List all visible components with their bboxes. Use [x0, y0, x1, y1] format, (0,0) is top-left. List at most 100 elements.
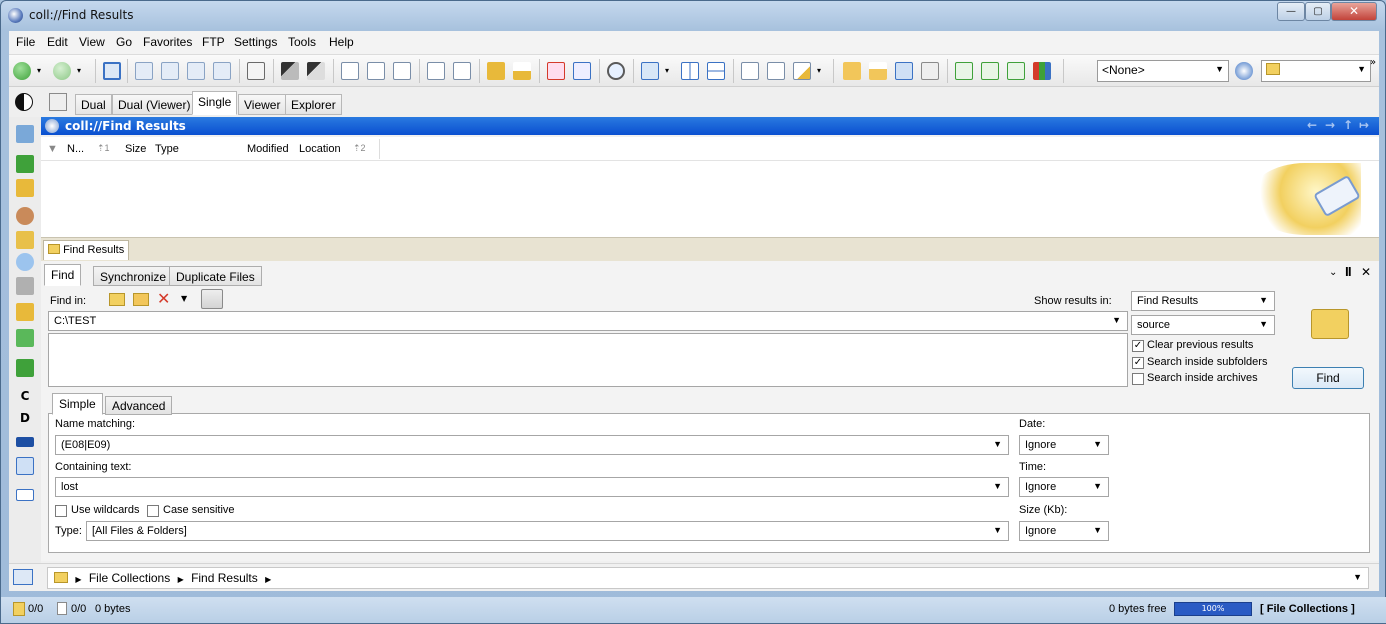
menu-help[interactable]: Help — [329, 35, 354, 49]
find-button[interactable]: Find — [1292, 367, 1364, 389]
find-icon[interactable] — [607, 62, 625, 80]
disk-icon[interactable] — [895, 62, 913, 80]
users-icon[interactable] — [16, 207, 34, 225]
layout-single-button[interactable]: Single — [192, 91, 238, 115]
new-tab-icon[interactable] — [16, 489, 34, 501]
new-lister-icon[interactable] — [13, 569, 33, 585]
dual-vertical-icon[interactable] — [681, 62, 699, 80]
layout-viewer-button[interactable]: Viewer — [238, 94, 287, 115]
duplicate-icon[interactable] — [981, 62, 999, 80]
layout-dual-viewer-button[interactable]: Dual (Viewer) — [112, 94, 197, 115]
browse-folder-icon[interactable] — [109, 293, 125, 306]
refresh-icon[interactable] — [103, 62, 121, 80]
maximize-button[interactable]: ▢ — [1305, 2, 1331, 21]
subtab-simple[interactable]: Simple — [52, 393, 103, 415]
size-combo[interactable]: Ignore ▼ — [1019, 521, 1109, 541]
view-list-icon[interactable] — [187, 62, 205, 80]
column-name[interactable]: N... — [67, 143, 84, 155]
name-matching-field[interactable]: (E08|E09) ▼ — [55, 435, 1009, 455]
select-pointer-icon[interactable] — [281, 62, 299, 80]
search-subfolders-checkbox[interactable]: ✓ — [1132, 357, 1144, 369]
menu-ftp[interactable]: FTP — [202, 35, 225, 49]
style-combo[interactable]: <None> ▼ — [1097, 60, 1229, 82]
close-panel-icon[interactable]: ✕ — [1361, 265, 1371, 279]
find-in-path-field[interactable]: C:\TEST ▼ — [48, 311, 1128, 331]
breadcrumb-item[interactable]: Find Results — [191, 571, 258, 585]
go-folder-dropdown-icon[interactable]: ▾ — [665, 66, 673, 84]
select-all-icon[interactable] — [741, 62, 759, 80]
breadcrumb-item[interactable]: File Collections — [89, 571, 170, 585]
case-sensitive-checkbox[interactable] — [147, 505, 159, 517]
menu-view[interactable]: View — [79, 35, 105, 49]
forward-icon[interactable] — [53, 62, 71, 80]
tab-find[interactable]: Find — [44, 264, 82, 286]
delete-icon[interactable] — [547, 62, 565, 80]
view-large-icons-icon[interactable] — [135, 62, 153, 80]
sort-icon[interactable] — [921, 62, 939, 80]
menu-settings[interactable]: Settings — [234, 35, 277, 49]
minimize-button[interactable]: — — [1277, 2, 1305, 21]
show-results-combo[interactable]: Find Results ▼ — [1131, 291, 1275, 311]
remove-dropdown-icon[interactable]: ▼ — [181, 294, 187, 303]
tools-icon[interactable] — [16, 277, 34, 295]
edit-dropdown-icon[interactable]: ▾ — [817, 66, 825, 84]
transfer-icon[interactable] — [16, 329, 34, 347]
use-wildcards-checkbox[interactable] — [55, 505, 67, 517]
thumbnails-icon[interactable] — [247, 62, 265, 80]
column-location[interactable]: Location — [299, 143, 341, 155]
type-combo[interactable]: [All Files & Folders] ▼ — [86, 521, 1009, 541]
menu-tools[interactable]: Tools — [288, 35, 316, 49]
results-tab[interactable]: Find Results — [43, 240, 130, 260]
copy-to-icon[interactable] — [427, 62, 445, 80]
colors-icon[interactable] — [1033, 62, 1051, 80]
folder-open-icon[interactable] — [16, 303, 34, 321]
column-options-icon[interactable]: ▼ — [47, 143, 58, 155]
new-file-icon[interactable] — [843, 62, 861, 80]
subtab-advanced[interactable]: Advanced — [105, 396, 173, 415]
forward-arrow-icon[interactable]: → — [1325, 118, 1335, 132]
select-none-icon[interactable] — [767, 62, 785, 80]
new-folder-icon[interactable] — [487, 62, 505, 80]
network-icon[interactable] — [16, 125, 34, 143]
modify-file-icon[interactable] — [869, 62, 887, 80]
add-folder-icon[interactable] — [133, 293, 149, 306]
drive-d-icon[interactable]: D — [16, 411, 34, 429]
sync-icon[interactable] — [955, 62, 973, 80]
menu-edit[interactable]: Edit — [47, 35, 68, 49]
book-icon[interactable] — [16, 231, 34, 249]
tab-duplicate-files[interactable]: Duplicate Files — [169, 266, 262, 286]
device-icon[interactable] — [16, 457, 34, 475]
copy-icon[interactable] — [341, 62, 359, 80]
collection-label[interactable]: [ File Collections ] — [1260, 603, 1355, 615]
search-archives-checkbox[interactable] — [1132, 373, 1144, 385]
time-combo[interactable]: Ignore ▼ — [1019, 477, 1109, 497]
rename-icon[interactable] — [513, 62, 531, 80]
column-type[interactable]: Type — [155, 143, 179, 155]
sort-az-icon[interactable] — [49, 93, 67, 111]
column-size[interactable]: Size — [125, 143, 146, 155]
paste-icon[interactable] — [453, 62, 471, 80]
menu-go[interactable]: Go — [116, 35, 132, 49]
snowflake-icon[interactable] — [16, 253, 34, 271]
menu-file[interactable]: File — [16, 35, 35, 49]
forward-dropdown-icon[interactable]: ▾ — [77, 66, 85, 84]
move-icon[interactable] — [1007, 62, 1025, 80]
drive-c-icon[interactable]: C — [16, 389, 34, 407]
file-list[interactable] — [41, 161, 1379, 237]
column-modified[interactable]: Modified — [247, 143, 289, 155]
back-icon[interactable] — [13, 62, 31, 80]
cut-icon[interactable] — [367, 62, 385, 80]
up-arrow-icon[interactable]: ↑ — [1343, 118, 1353, 132]
close-button[interactable]: ✕ — [1331, 2, 1377, 21]
help-pointer-icon[interactable] — [307, 62, 325, 80]
undo-icon[interactable] — [573, 62, 591, 80]
menu-favorites[interactable]: Favorites — [143, 35, 192, 49]
back-arrow-icon[interactable]: ← — [1307, 118, 1317, 132]
layout-dual-button[interactable]: Dual — [75, 94, 112, 115]
go-folder-icon[interactable] — [641, 62, 659, 80]
clear-previous-checkbox[interactable]: ✓ — [1132, 340, 1144, 352]
containing-text-field[interactable]: lost ▼ — [55, 477, 1009, 497]
dual-horizontal-icon[interactable] — [707, 62, 725, 80]
filter-icon[interactable] — [1235, 62, 1253, 80]
view-details-icon[interactable] — [213, 62, 231, 80]
